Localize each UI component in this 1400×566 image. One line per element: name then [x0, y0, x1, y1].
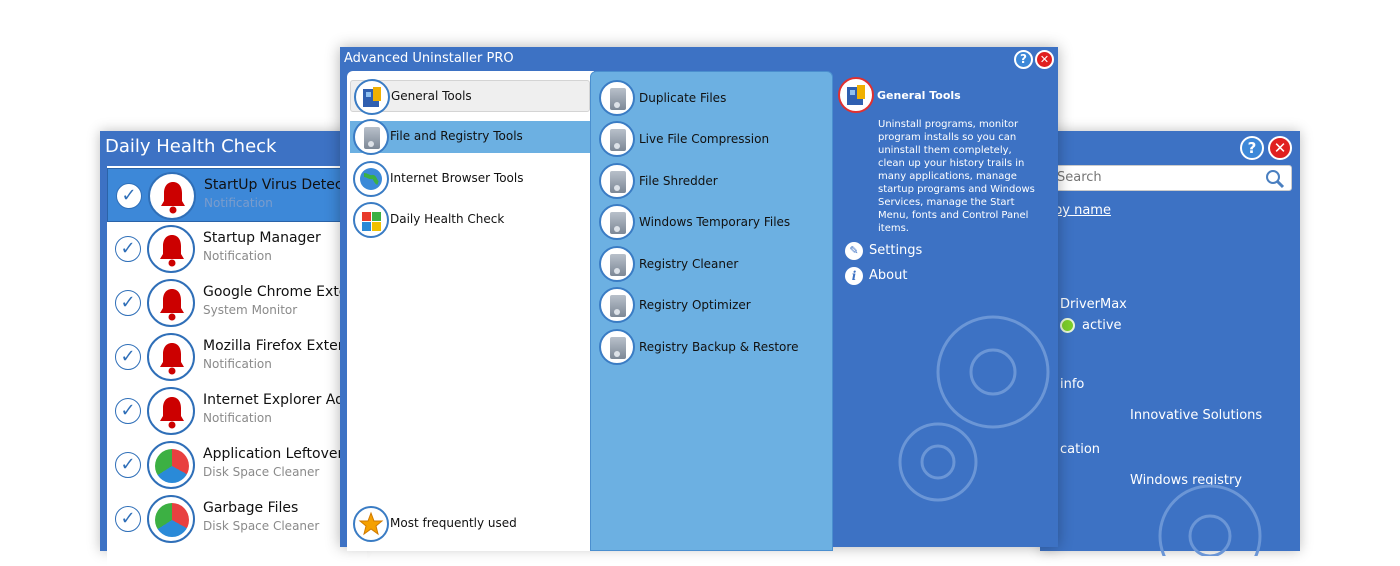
- check-icon[interactable]: ✓: [115, 506, 141, 532]
- general-tools-icon: [354, 79, 390, 115]
- tool-label: Windows Temporary Files: [639, 215, 791, 229]
- pie-chart-icon: [147, 495, 195, 543]
- hard-drive-icon: [599, 80, 635, 116]
- hard-drive-icon: [599, 329, 635, 365]
- nav-general-tools[interactable]: General Tools: [350, 79, 590, 115]
- hard-drive-icon: [599, 287, 635, 323]
- search-box: [1050, 165, 1292, 191]
- bell-icon: [147, 279, 195, 327]
- health-check-icon: [353, 202, 389, 238]
- item-category: System Monitor: [203, 303, 298, 317]
- panel-heading: General Tools: [877, 89, 961, 102]
- category-panel: General Tools File and Registry Tools In…: [347, 71, 594, 551]
- nav-label: File and Registry Tools: [390, 129, 523, 143]
- hard-drive-icon: [599, 204, 635, 240]
- about-link[interactable]: About: [869, 268, 907, 283]
- tool-label: File Shredder: [639, 174, 718, 188]
- list-item[interactable]: ✓ StartUp Virus Detection Notification: [107, 168, 369, 222]
- bell-icon: [147, 225, 195, 273]
- status-text: active: [1082, 318, 1122, 333]
- hard-drive-icon: [599, 121, 635, 157]
- tool-label: Registry Cleaner: [639, 257, 739, 271]
- item-category: Disk Space Cleaner: [203, 519, 320, 533]
- check-icon[interactable]: ✓: [115, 236, 141, 262]
- close-button[interactable]: ✕: [1268, 136, 1292, 160]
- program-details-window: ? ✕ by name DriverMax active info Innova…: [1040, 131, 1300, 556]
- check-icon[interactable]: ✓: [115, 452, 141, 478]
- tool-registry-optimizer[interactable]: Registry Optimizer: [599, 287, 824, 323]
- window-title: Advanced Uninstaller PRO: [344, 51, 514, 66]
- search-icon[interactable]: [1265, 169, 1285, 189]
- panel-description: Uninstall programs, monitor program inst…: [878, 119, 1035, 234]
- item-category: Notification: [204, 196, 273, 210]
- health-check-list: ✓ StartUp Virus Detection Notification ✓…: [107, 166, 392, 566]
- check-icon[interactable]: ✓: [115, 398, 141, 424]
- nav-label: Most frequently used: [390, 516, 517, 530]
- gear-decoration-icon: [1158, 484, 1262, 556]
- list-item[interactable]: ✓ Application Leftover Files Disk Space …: [107, 438, 378, 492]
- list-item[interactable]: ✓ Mozilla Firefox Extensions Notificatio…: [107, 330, 383, 384]
- list-item[interactable]: ✓ Internet Explorer Add-ons Notification: [107, 384, 383, 438]
- tool-registry-backup-restore[interactable]: Registry Backup & Restore: [599, 329, 824, 365]
- check-icon[interactable]: ✓: [115, 344, 141, 370]
- location-label: cation: [1060, 442, 1101, 457]
- publisher-value: Innovative Solutions: [1130, 408, 1263, 423]
- search-input[interactable]: [1057, 170, 1257, 185]
- hard-drive-icon: [599, 246, 635, 282]
- item-category: Notification: [203, 249, 272, 263]
- nav-most-frequently-used[interactable]: Most frequently used: [350, 506, 590, 542]
- bell-icon: [147, 333, 195, 381]
- tool-live-file-compression[interactable]: Live File Compression: [599, 121, 824, 157]
- list-item[interactable]: ✓ Google Chrome Extensions System Monito…: [107, 276, 392, 330]
- status-indicator-icon: [1060, 318, 1075, 333]
- info-icon: i: [845, 267, 863, 285]
- advanced-uninstaller-window: Advanced Uninstaller PRO ? ✕ General Too…: [340, 47, 1058, 551]
- nav-file-registry-tools[interactable]: File and Registry Tools: [350, 119, 594, 155]
- window-title: Daily Health Check: [105, 136, 277, 157]
- tool-label: Registry Optimizer: [639, 298, 751, 312]
- item-category: Notification: [203, 357, 272, 371]
- tool-label: Registry Backup & Restore: [639, 340, 799, 354]
- hard-drive-icon: [599, 163, 635, 199]
- bell-icon: [148, 172, 196, 220]
- tool-registry-cleaner[interactable]: Registry Cleaner: [599, 246, 824, 282]
- tool-label: Duplicate Files: [639, 91, 727, 105]
- general-tools-icon: [838, 77, 874, 113]
- daily-health-check-window: Daily Health Check ✓ StartUp Virus Detec…: [100, 131, 392, 566]
- sort-by-name-link[interactable]: by name: [1054, 203, 1111, 218]
- file-registry-icon: [353, 119, 389, 155]
- item-category: Disk Space Cleaner: [203, 465, 320, 479]
- check-icon[interactable]: ✓: [115, 290, 141, 316]
- close-button[interactable]: ✕: [1035, 50, 1054, 69]
- info-label: info: [1060, 377, 1085, 392]
- check-icon[interactable]: ✓: [116, 183, 142, 209]
- item-name: Garbage Files: [203, 500, 299, 516]
- settings-icon: ✎: [845, 242, 863, 260]
- tool-duplicate-files[interactable]: Duplicate Files: [599, 80, 824, 116]
- browser-globe-icon: [353, 161, 389, 197]
- app-name: DriverMax: [1060, 297, 1127, 312]
- list-item[interactable]: ✓ Startup Manager Notification: [107, 222, 367, 276]
- nav-label: Daily Health Check: [390, 212, 505, 226]
- nav-label: General Tools: [391, 89, 472, 103]
- tools-panel: Duplicate Files Live File Compression Fi…: [590, 71, 833, 551]
- help-button[interactable]: ?: [1014, 50, 1033, 69]
- settings-link[interactable]: Settings: [869, 243, 922, 258]
- tool-label: Live File Compression: [639, 132, 770, 146]
- bell-icon: [147, 387, 195, 435]
- help-button[interactable]: ?: [1240, 136, 1264, 160]
- gears-decoration-icon: [898, 315, 1050, 502]
- tool-file-shredder[interactable]: File Shredder: [599, 163, 824, 199]
- nav-daily-health-check[interactable]: Daily Health Check: [350, 202, 590, 238]
- item-name: Startup Manager: [203, 230, 321, 246]
- pie-chart-icon: [147, 441, 195, 489]
- nav-internet-browser-tools[interactable]: Internet Browser Tools: [350, 161, 590, 197]
- nav-label: Internet Browser Tools: [390, 171, 524, 185]
- item-category: Notification: [203, 411, 272, 425]
- tool-windows-temporary-files[interactable]: Windows Temporary Files: [599, 204, 824, 240]
- star-icon: [353, 506, 389, 542]
